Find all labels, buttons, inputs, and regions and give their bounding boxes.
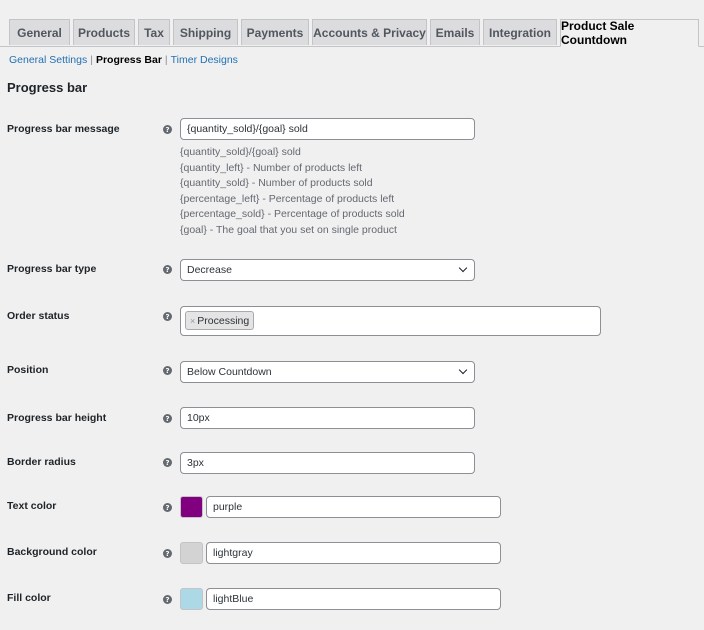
height-label: Progress bar height (7, 412, 107, 424)
text-color-input[interactable]: purple (206, 496, 501, 518)
order-status-multiselect[interactable]: × Processing (180, 306, 601, 336)
text-color-label: Text color (7, 500, 57, 512)
position-label: Position (7, 364, 49, 376)
help-icon[interactable]: ? (163, 312, 172, 321)
help-icon[interactable]: ? (163, 366, 172, 375)
help-icon[interactable]: ? (163, 414, 172, 423)
help-icon[interactable]: ? (163, 595, 172, 604)
subnav-separator: | (164, 54, 168, 66)
type-label: Progress bar type (7, 263, 97, 275)
settings-subnav: General Settings | Progress Bar | Timer Desi… (9, 54, 238, 66)
message-description: {quantity_sold}/{goal} sold {quantity_le… (180, 145, 405, 238)
chip-remove-icon[interactable]: × (190, 316, 195, 326)
tab-general[interactable]: General (9, 19, 70, 45)
background-color-label: Background color (7, 546, 97, 558)
fill-color-input[interactable]: lightBlue (206, 588, 501, 610)
fill-color-swatch[interactable] (180, 588, 203, 610)
message-label: Progress bar message (7, 123, 120, 135)
background-color-input[interactable]: lightgray (206, 542, 501, 564)
help-icon[interactable]: ? (163, 458, 172, 467)
tab-tax[interactable]: Tax (138, 19, 170, 45)
help-icon[interactable]: ? (163, 125, 172, 134)
chevron-down-icon (458, 263, 468, 273)
order-status-chip: × Processing (185, 311, 255, 330)
tab-products[interactable]: Products (73, 19, 135, 45)
section-title: Progress bar (7, 80, 88, 95)
type-select-value: Decrease (187, 264, 232, 276)
text-color-swatch[interactable] (180, 496, 203, 518)
tab-emails[interactable]: Emails (430, 19, 480, 45)
order-status-label: Order status (7, 310, 70, 322)
position-select[interactable]: Below Countdown (180, 361, 475, 383)
type-select[interactable]: Decrease (180, 259, 475, 281)
height-input[interactable]: 10px (180, 407, 475, 429)
tab-accounts-privacy[interactable]: Accounts & Privacy (312, 19, 427, 45)
background-color-swatch[interactable] (180, 542, 203, 564)
tab-product-sale-countdown[interactable]: Product Sale Countdown (560, 19, 699, 47)
subnav-separator: | (90, 54, 93, 66)
tab-integration[interactable]: Integration (483, 19, 557, 45)
subnav-progress-bar: Progress Bar (95, 54, 162, 66)
position-select-value: Below Countdown (187, 366, 272, 378)
description-line: {percentage_left} - Percentage of produc… (180, 192, 395, 205)
border-radius-label: Border radius (7, 456, 76, 468)
description-line: {percentage_sold} - Percentage of produc… (180, 208, 405, 220)
subnav-general-settings[interactable]: General Settings (9, 54, 87, 66)
chevron-down-icon (458, 365, 468, 375)
description-line: {quantity_sold} - Number of products sol… (180, 177, 373, 189)
tab-payments[interactable]: Payments (241, 19, 309, 45)
description-line: {quantity_sold}/{goal} sold (180, 146, 301, 158)
description-line: {goal} - The goal that you set on single… (180, 223, 397, 236)
help-icon[interactable]: ? (163, 549, 172, 558)
settings-tabs: General Products Tax Shipping Payments A… (0, 0, 704, 47)
chip-label: Processing (197, 314, 250, 327)
description-line: {quantity_left} - Number of products lef… (180, 161, 363, 174)
fill-color-label: Fill color (7, 592, 51, 604)
help-icon[interactable]: ? (163, 265, 172, 274)
message-input[interactable]: {quantity_sold}/{goal} sold (180, 118, 475, 140)
border-radius-input[interactable]: 3px (180, 452, 475, 474)
subnav-timer-designs[interactable]: Timer Designs (171, 54, 238, 66)
help-icon[interactable]: ? (163, 503, 172, 512)
tab-shipping[interactable]: Shipping (173, 19, 238, 45)
